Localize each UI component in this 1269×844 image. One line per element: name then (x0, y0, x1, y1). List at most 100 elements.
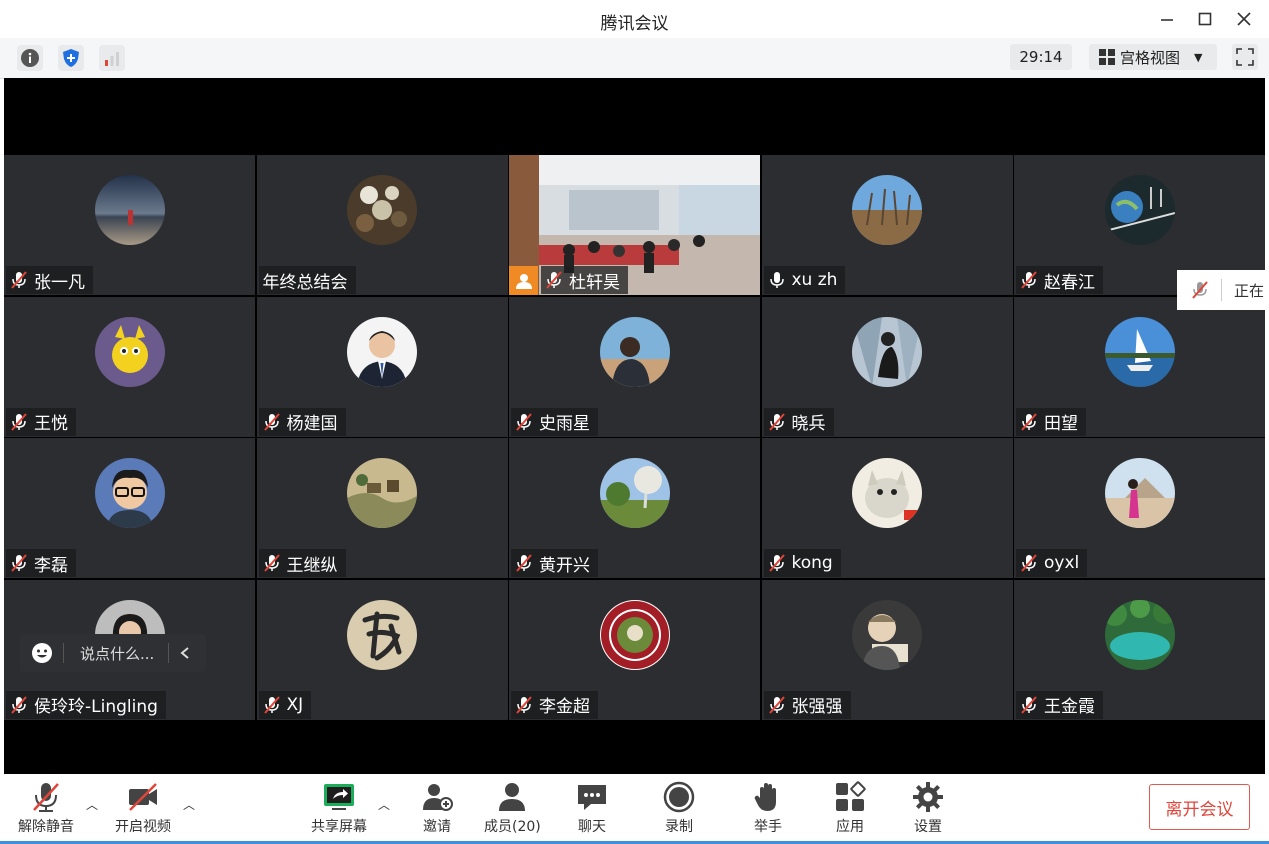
view-mode-selector[interactable]: 宫格视图 ▼ (1089, 44, 1217, 70)
raise-hand-button[interactable]: 举手 (751, 780, 785, 836)
audio-options-chevron-icon[interactable]: ︿ (86, 796, 98, 813)
participant-name: 史雨星 (539, 414, 590, 434)
video-options-chevron-icon[interactable]: ︿ (183, 796, 195, 813)
participant-tile[interactable]: 田望 (1014, 296, 1265, 437)
mic-muted-icon (768, 695, 785, 714)
raise-hand-icon (754, 783, 776, 811)
mic-muted-icon (768, 412, 785, 431)
participant-name: kong (791, 553, 833, 573)
network-signal-icon[interactable] (99, 45, 125, 71)
maximize-icon[interactable] (1192, 6, 1218, 32)
participant-name: 杨建国 (286, 414, 338, 434)
avatar (347, 458, 417, 528)
participant-tile[interactable]: 李磊 (4, 438, 255, 578)
camera-off-icon (129, 783, 157, 811)
close-icon[interactable] (1231, 6, 1257, 32)
participant-tile[interactable]: 王继纵 (256, 438, 508, 578)
apps-label: 应用 (836, 819, 864, 835)
members-button[interactable]: 成员(20) (484, 780, 541, 836)
record-button[interactable]: 录制 (662, 780, 696, 836)
minimize-icon[interactable] (1154, 6, 1180, 32)
participant-name-tag: 杜轩昊 (541, 266, 628, 294)
participant-tile[interactable]: 张强强 (761, 579, 1013, 720)
participant-tile[interactable]: 黄开兴 (509, 438, 760, 578)
mic-on-icon (769, 272, 784, 288)
share-screen-label: 共享屏幕 (311, 819, 367, 835)
chat-quick-input[interactable]: 说点什么... (20, 634, 206, 672)
participant-tile[interactable]: kong (761, 438, 1013, 578)
start-video-button[interactable]: 开启视频 (115, 780, 171, 836)
participant-name-tag: 赵春江 (1016, 266, 1103, 294)
participant-name: oyxl (1044, 553, 1080, 573)
participant-name-tag: 晓兵 (763, 407, 834, 436)
view-mode-label: 宫格视图 (1120, 48, 1181, 67)
speaking-indicator: 正在 (1177, 270, 1269, 310)
mic-muted-icon (768, 554, 785, 572)
share-options-chevron-icon[interactable]: ︿ (378, 796, 390, 813)
invite-button[interactable]: 邀请 (420, 780, 454, 836)
participant-tile[interactable]: xu zh (761, 155, 1013, 295)
participant-tile[interactable]: XJ (256, 579, 508, 720)
participant-tile-video[interactable]: 杜轩昊 (509, 155, 760, 295)
host-badge-icon (509, 266, 538, 295)
bottom-control-bar: 解除静音 ︿ 开启视频 ︿ 共享屏幕 ︿ 邀请 成员(20) 聊天 录制 举手 … (0, 774, 1269, 844)
mic-muted-icon (516, 554, 532, 572)
leave-meeting-button[interactable]: 离开会议 (1149, 784, 1250, 830)
mic-muted-icon (1021, 412, 1037, 431)
record-label: 录制 (665, 819, 693, 835)
grid-view-icon (1098, 48, 1116, 66)
avatar (1104, 599, 1175, 670)
emoji-icon[interactable] (31, 642, 53, 664)
participant-tile[interactable]: 晓兵 (761, 296, 1013, 437)
avatar (852, 458, 922, 528)
settings-label: 设置 (914, 819, 942, 835)
participant-tile[interactable]: 年终总结会 (256, 155, 508, 295)
mic-muted-icon (1021, 271, 1037, 289)
divider (63, 643, 64, 663)
chat-button[interactable]: 聊天 (575, 780, 609, 836)
security-shield-icon[interactable] (58, 45, 84, 71)
participant-name-tag: kong (763, 549, 841, 577)
participant-name-tag: 田望 (1016, 407, 1086, 436)
participant-tile[interactable]: 杨建国 (256, 296, 508, 437)
chat-label: 聊天 (578, 819, 606, 835)
mic-muted-icon (11, 695, 27, 714)
participant-tile[interactable]: 李金超 (509, 579, 760, 720)
chat-input-placeholder[interactable]: 说点什么... (80, 643, 154, 664)
participant-tile[interactable]: 张一凡 (4, 155, 255, 295)
participant-name: 王继纵 (286, 555, 338, 576)
participant-name-tag: 侯玲玲-Lingling (6, 690, 166, 719)
participant-name-tag: 李金超 (511, 690, 598, 719)
participant-tile[interactable]: oyxl (1014, 438, 1265, 578)
unmute-button[interactable]: 解除静音 (18, 780, 74, 836)
participant-name-tag: 张一凡 (6, 266, 93, 294)
avatar (852, 316, 922, 387)
avatar (852, 599, 922, 670)
participant-name: XJ (286, 694, 304, 715)
apps-button[interactable]: 应用 (833, 780, 867, 836)
avatar (599, 316, 670, 387)
participant-tile[interactable]: 史雨星 (509, 296, 760, 437)
members-icon (499, 783, 526, 811)
participant-tile[interactable]: 王金霞 (1014, 579, 1265, 720)
mic-muted-icon (1021, 554, 1037, 572)
mic-muted-icon (516, 695, 532, 714)
participant-tile[interactable]: 王悦 (4, 296, 255, 437)
participant-name: 李金超 (539, 697, 590, 717)
mic-muted-icon (11, 554, 27, 572)
share-screen-button[interactable]: 共享屏幕 (311, 780, 367, 836)
participant-name: 年终总结会 (262, 272, 348, 293)
info-icon[interactable] (17, 45, 43, 71)
apps-grid-icon (836, 781, 866, 811)
participant-name: 张一凡 (34, 272, 85, 293)
fullscreen-icon[interactable] (1232, 44, 1258, 70)
window-edge (1265, 78, 1269, 774)
meeting-timer: 29:14 (1010, 44, 1072, 70)
divider (168, 643, 170, 663)
mic-muted-icon (11, 412, 27, 431)
collapse-chevron-icon[interactable] (179, 646, 191, 660)
participant-name-tag: 杨建国 (258, 407, 346, 436)
invite-label: 邀请 (423, 819, 451, 835)
settings-button[interactable]: 设置 (911, 780, 945, 836)
mic-muted-icon (516, 412, 532, 431)
